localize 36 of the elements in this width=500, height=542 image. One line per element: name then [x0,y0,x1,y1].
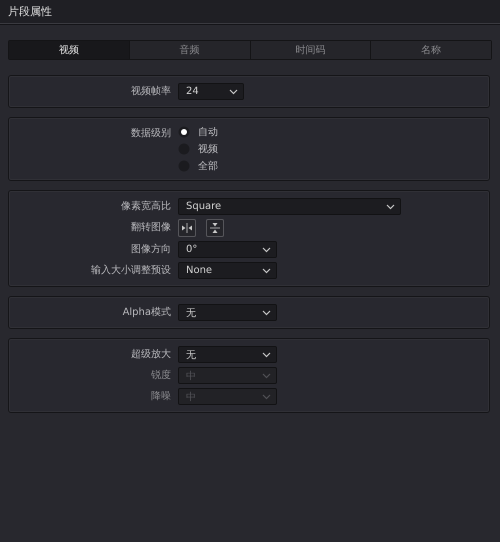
dropdown[interactable]: 无 [178,346,277,363]
field-label: 超级放大 [130,348,172,362]
flip-vertical-icon [209,222,221,234]
tab[interactable]: 名称 [370,41,491,59]
dropdown[interactable]: 无 [178,304,277,321]
radio-option[interactable]: 视频 [178,142,218,156]
flip-horizontal-icon [181,222,193,234]
radio-option[interactable]: 自动 [178,125,218,139]
field-label: 翻转图像 [130,220,172,235]
field-label: 降噪 [150,390,172,404]
flip-vertical-button[interactable] [206,219,224,237]
field-label: 视频帧率 [130,84,172,99]
radio-option[interactable]: 全部 [178,159,218,173]
tab[interactable]: 时间码 [250,41,370,59]
dropdown[interactable]: 0° [178,241,277,258]
field-label: 输入大小调整预设 [90,264,172,278]
chevron-down-icon [386,204,395,210]
chevron-down-icon [229,88,238,94]
field-label: 锐度 [150,368,172,383]
tab[interactable]: 音频 [128,41,250,59]
field-label: 数据级别 [130,127,172,141]
tab[interactable]: 视频 [9,41,129,59]
dropdown[interactable]: 24 [178,83,244,100]
chevron-down-icon [262,246,271,252]
dropdown[interactable]: None [178,262,277,279]
flip-horizontal-button[interactable] [178,219,196,237]
field-label: 像素宽高比 [120,200,172,214]
chevron-down-icon [262,352,271,358]
chevron-down-icon [262,372,271,378]
dropdown[interactable]: Square [178,198,401,215]
field-label: Alpha模式 [122,306,172,320]
chevron-down-icon [262,268,271,274]
chevron-down-icon [262,394,271,400]
field-label: 图像方向 [130,242,172,257]
chevron-down-icon [262,310,271,316]
window-title: 片段属性 [8,4,52,19]
